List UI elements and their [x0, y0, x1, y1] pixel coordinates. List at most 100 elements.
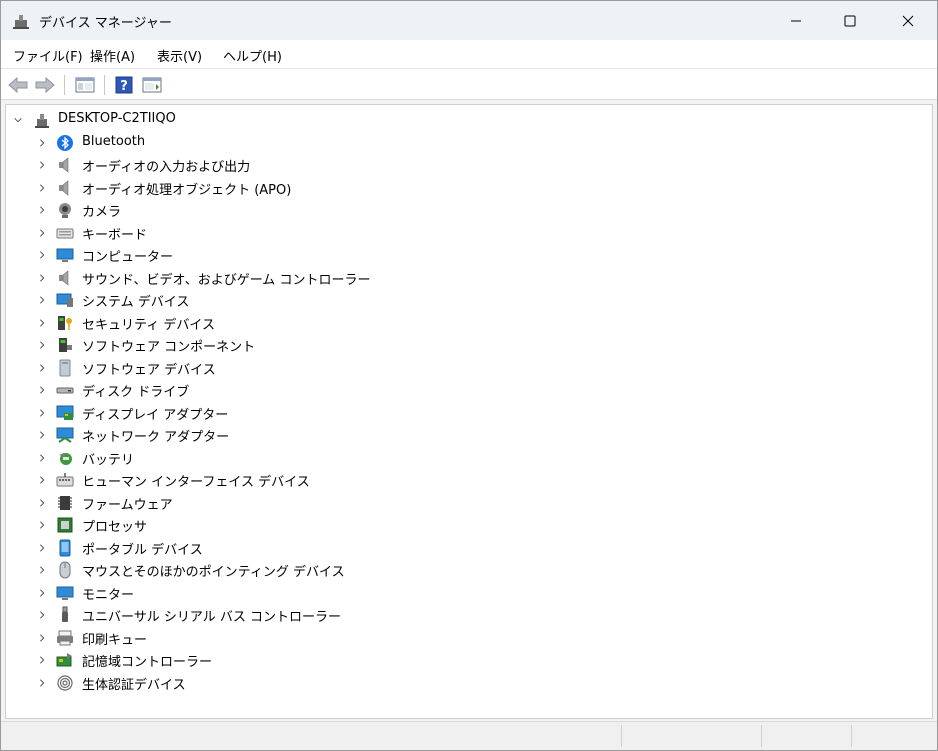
- help-question-icon: ?: [115, 76, 133, 94]
- fingerprint-icon: [57, 674, 73, 691]
- tree-root-node[interactable]: DESKTOP-C2TIIQO: [6, 109, 926, 131]
- tree-category-label: 記憶域コントローラー: [82, 655, 213, 670]
- tree-category-label: マウスとそのほかのポインティング デバイス: [82, 565, 345, 580]
- tree-category-label: ソフトウェア コンポーネント: [82, 340, 256, 355]
- device-tree[interactable]: DESKTOP-C2TIIQO Bluetooth オーディオの入力および出力オーデ…: [5, 104, 933, 719]
- computer-icon: [56, 248, 74, 262]
- chevron-right-icon: [40, 318, 45, 327]
- tree-category-item[interactable]: システム デバイス: [6, 289, 926, 311]
- tree-category-item[interactable]: ヒューマン インターフェイス デバイス: [6, 469, 926, 491]
- tree-category-item[interactable]: マウスとそのほかのポインティング デバイス: [6, 559, 926, 581]
- tree-category-item[interactable]: キーボード: [6, 222, 926, 244]
- tree-category-item[interactable]: セキュリティ デバイス: [6, 312, 926, 334]
- system-device-icon: [56, 293, 73, 307]
- chevron-right-icon: [40, 431, 45, 439]
- chevron-right-icon: [40, 408, 45, 417]
- chevron-right-icon: [40, 521, 45, 529]
- printer-icon: [57, 630, 73, 645]
- menu-file[interactable]: ファイル(F): [13, 46, 83, 65]
- menu-view[interactable]: 表示(V): [157, 46, 202, 65]
- tree-category-item[interactable]: サウンド、ビデオ、およびゲーム コントローラー: [6, 267, 926, 289]
- back-button[interactable]: [7, 74, 29, 96]
- tree-category-item[interactable]: オーディオの入力および出力: [6, 154, 926, 176]
- tree-category-item[interactable]: ディスプレイ アダプター: [6, 402, 926, 424]
- tree-category-item[interactable]: カメラ: [6, 199, 926, 221]
- keyboard-icon: [56, 228, 74, 238]
- chevron-right-icon: [40, 498, 45, 507]
- tree-category-label: ディスプレイ アダプター: [82, 407, 229, 423]
- help-button[interactable]: ?: [113, 74, 135, 96]
- speaker-icon: [59, 157, 69, 173]
- tree-category-label: バッテリ: [82, 452, 135, 468]
- storage-controller-icon: [56, 653, 72, 667]
- tree-category-label: セキュリティ デバイス: [82, 317, 215, 333]
- maximize-button[interactable]: [827, 1, 873, 40]
- tree-category-item[interactable]: バッテリ: [6, 447, 926, 469]
- usb-icon: [62, 606, 68, 622]
- window-title: デバイス マネージャー: [39, 16, 172, 31]
- chevron-right-icon: [40, 183, 45, 192]
- computer-root-icon: [35, 114, 49, 128]
- tree-category-item[interactable]: 印刷キュー: [6, 627, 926, 649]
- title-bar[interactable]: デバイス マネージャー: [1, 1, 937, 40]
- portable-device-icon: [59, 539, 71, 556]
- battery-icon: [59, 452, 72, 465]
- tree-category-item[interactable]: ポータブル デバイス: [6, 537, 926, 559]
- tree-category-item[interactable]: オーディオ処理オブジェクト (APO): [6, 177, 926, 199]
- chevron-right-icon: [40, 453, 45, 462]
- tree-category-label: ネットワーク アダプター: [82, 430, 230, 445]
- menu-bar: ファイル(F) 操作(A) 表示(V) ヘルプ(H): [1, 40, 937, 68]
- tree-category-item[interactable]: コンピューター: [6, 244, 926, 266]
- camera-icon: [59, 203, 71, 218]
- tree-category-item[interactable]: 記憶域コントローラー: [6, 649, 926, 671]
- tree-category-item[interactable]: ネットワーク アダプター: [6, 424, 926, 446]
- chevron-right-icon: [40, 228, 45, 237]
- chevron-right-icon: [40, 138, 45, 147]
- chevron-right-icon: [40, 611, 45, 619]
- tree-category-item[interactable]: ソフトウェア コンポーネント: [6, 334, 926, 356]
- close-button[interactable]: [885, 1, 931, 40]
- tree-category-label: コンピューター: [82, 250, 174, 265]
- arrow-right-icon: [35, 77, 55, 93]
- tree-root-label: DESKTOP-C2TIIQO: [58, 111, 176, 126]
- tree-category-label: ソフトウェア デバイス: [82, 362, 216, 378]
- disk-drive-icon: [56, 387, 74, 394]
- chevron-right-icon: [40, 476, 45, 484]
- tree-category-label: サウンド、ビデオ、およびゲーム コントローラー: [82, 272, 371, 288]
- tree-category-item[interactable]: ディスク ドライブ: [6, 379, 926, 401]
- software-component-icon: [59, 338, 72, 352]
- forward-button[interactable]: [34, 74, 56, 96]
- svg-text:?: ?: [120, 79, 128, 94]
- tree-category-label: ファームウェア: [82, 497, 173, 513]
- bluetooth-icon: [57, 134, 73, 151]
- tree-category-item[interactable]: Bluetooth: [6, 132, 926, 154]
- tree-category-item[interactable]: プロセッサ: [6, 514, 926, 536]
- tree-category-item[interactable]: ソフトウェア デバイス: [6, 357, 926, 379]
- tree-category-item[interactable]: 生体認証デバイス: [6, 672, 926, 694]
- chevron-right-icon: [40, 363, 45, 372]
- chevron-right-icon: [40, 206, 45, 214]
- hid-icon: [56, 473, 74, 487]
- minimize-button[interactable]: [773, 1, 819, 40]
- chevron-right-icon: [40, 633, 45, 642]
- tree-category-item[interactable]: ユニバーサル シリアル バス コントローラー: [6, 604, 926, 626]
- chevron-right-icon: [40, 251, 45, 259]
- device-manager-app-icon: [13, 15, 29, 29]
- mouse-icon: [59, 561, 71, 579]
- processor-icon: [57, 517, 73, 533]
- chevron-right-icon: [40, 588, 45, 597]
- menu-action[interactable]: 操作(A): [90, 46, 135, 65]
- tree-category-label: オーディオ処理オブジェクト (APO): [82, 182, 292, 198]
- tree-category-item[interactable]: モニター: [6, 582, 926, 604]
- speaker-icon: [59, 179, 69, 196]
- tree-category-item[interactable]: ファームウェア: [6, 492, 926, 514]
- show-action-pane-button[interactable]: [141, 74, 163, 96]
- security-key-icon: [58, 315, 72, 330]
- tree-category-label: ヒューマン インターフェイス デバイス: [82, 475, 310, 490]
- firmware-chip-icon: [58, 495, 72, 510]
- chevron-right-icon: [40, 386, 45, 394]
- menu-help[interactable]: ヘルプ(H): [223, 46, 282, 65]
- chevron-right-icon: [40, 161, 45, 169]
- chevron-right-icon: [40, 656, 45, 664]
- show-hide-console-tree-button[interactable]: [74, 74, 96, 96]
